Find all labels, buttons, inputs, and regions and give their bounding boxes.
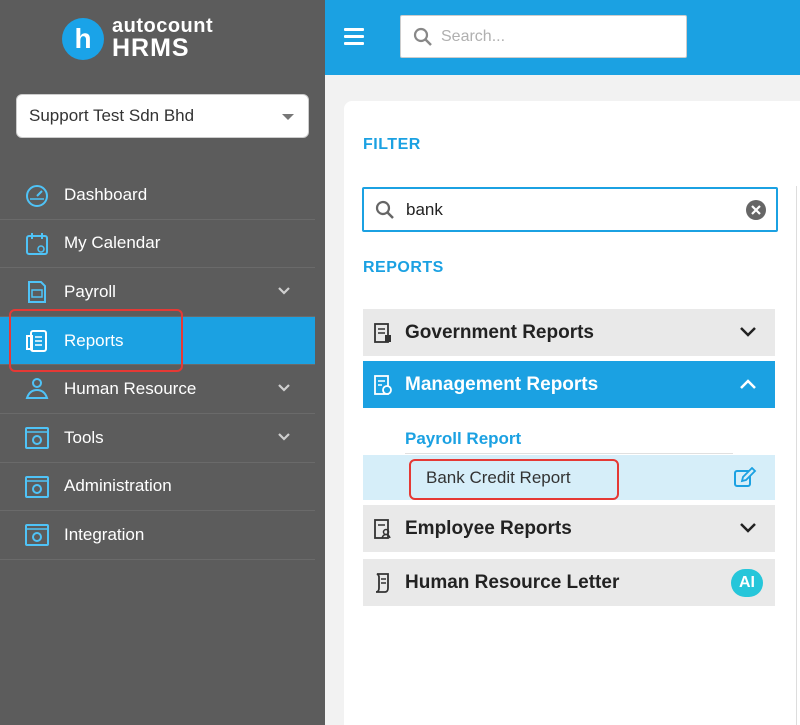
administration-icon [25, 475, 49, 498]
sidebar-item-human-resource[interactable]: Human Resource [0, 365, 315, 414]
bank-credit-highlight-box [409, 459, 619, 500]
government-report-icon [374, 323, 391, 343]
dashboard-icon [26, 185, 48, 207]
clear-icon[interactable] [746, 200, 766, 220]
payroll-report-subsection: Payroll Report [405, 429, 522, 448]
accordion-human-resource-letter[interactable]: Human Resource Letter AI [363, 559, 775, 606]
global-search[interactable] [400, 15, 687, 58]
chevron-down-icon [278, 384, 290, 392]
integration-icon [25, 524, 49, 547]
logo-mark: h [62, 17, 104, 60]
sidebar-item-label: Administration [64, 476, 172, 496]
sidebar-item-tools[interactable]: Tools [0, 414, 315, 463]
sidebar: h autocount HRMS Support Test Sdn Bhd Da… [0, 0, 325, 725]
filter-input[interactable] [406, 189, 736, 230]
sidebar-item-my-calendar[interactable]: My Calendar [0, 220, 315, 269]
caret-down-icon [282, 114, 294, 120]
logo-line2: HRMS [112, 34, 190, 62]
sidebar-item-label: Tools [64, 427, 104, 447]
sidebar-item-integration[interactable]: Integration [0, 511, 315, 560]
accordion-label: Employee Reports [405, 517, 572, 539]
sidebar-item-label: Human Resource [64, 379, 197, 399]
employee-report-icon [374, 519, 391, 539]
reports-highlight-box [9, 309, 183, 372]
accordion-management-reports[interactable]: Management Reports [363, 361, 775, 408]
panel-divider [796, 186, 797, 725]
tools-icon [25, 426, 49, 449]
edit-icon[interactable] [733, 467, 757, 489]
management-report-icon [374, 375, 392, 395]
human-resource-icon [25, 378, 49, 400]
logo-line1: autocount [112, 15, 214, 37]
sidebar-item-administration[interactable]: Administration [0, 463, 315, 512]
payroll-icon [28, 281, 46, 304]
sidebar-item-label: Payroll [64, 281, 116, 301]
accordion-employee-reports[interactable]: Employee Reports [363, 505, 775, 552]
sidebar-item-label: My Calendar [64, 233, 161, 253]
filter-search[interactable] [362, 187, 778, 232]
sidebar-item-label: Dashboard [64, 184, 148, 204]
chevron-down-icon [278, 287, 290, 295]
accordion-label: Government Reports [405, 321, 594, 343]
chevron-up-icon [740, 379, 756, 389]
company-select-value: Support Test Sdn Bhd [29, 106, 195, 125]
company-select[interactable]: Support Test Sdn Bhd [16, 94, 309, 138]
letter-icon [375, 573, 389, 593]
chevron-down-icon [740, 327, 756, 337]
subsection-divider [405, 453, 733, 454]
global-search-input[interactable] [441, 16, 681, 57]
accordion-label: Human Resource Letter [405, 571, 620, 593]
sidebar-item-dashboard[interactable]: Dashboard [0, 171, 315, 220]
logo[interactable]: h autocount HRMS [62, 16, 213, 61]
chevron-down-icon [278, 433, 290, 441]
search-icon [413, 27, 432, 46]
filter-title: FILTER [363, 136, 421, 153]
sidebar-item-label: Integration [64, 524, 145, 544]
report-panel: FILTER REPORTS Government Reports Manage… [344, 101, 800, 725]
accordion-label: Management Reports [405, 373, 599, 395]
ai-badge[interactable]: AI [731, 569, 763, 597]
accordion-government-reports[interactable]: Government Reports [363, 309, 775, 356]
calendar-icon [26, 232, 48, 255]
search-icon [375, 200, 394, 219]
logo-text: autocount HRMS [112, 16, 213, 61]
reports-title: REPORTS [363, 259, 444, 276]
hamburger-menu-icon[interactable] [344, 28, 364, 45]
chevron-down-icon [740, 523, 756, 533]
top-bar [325, 0, 800, 75]
